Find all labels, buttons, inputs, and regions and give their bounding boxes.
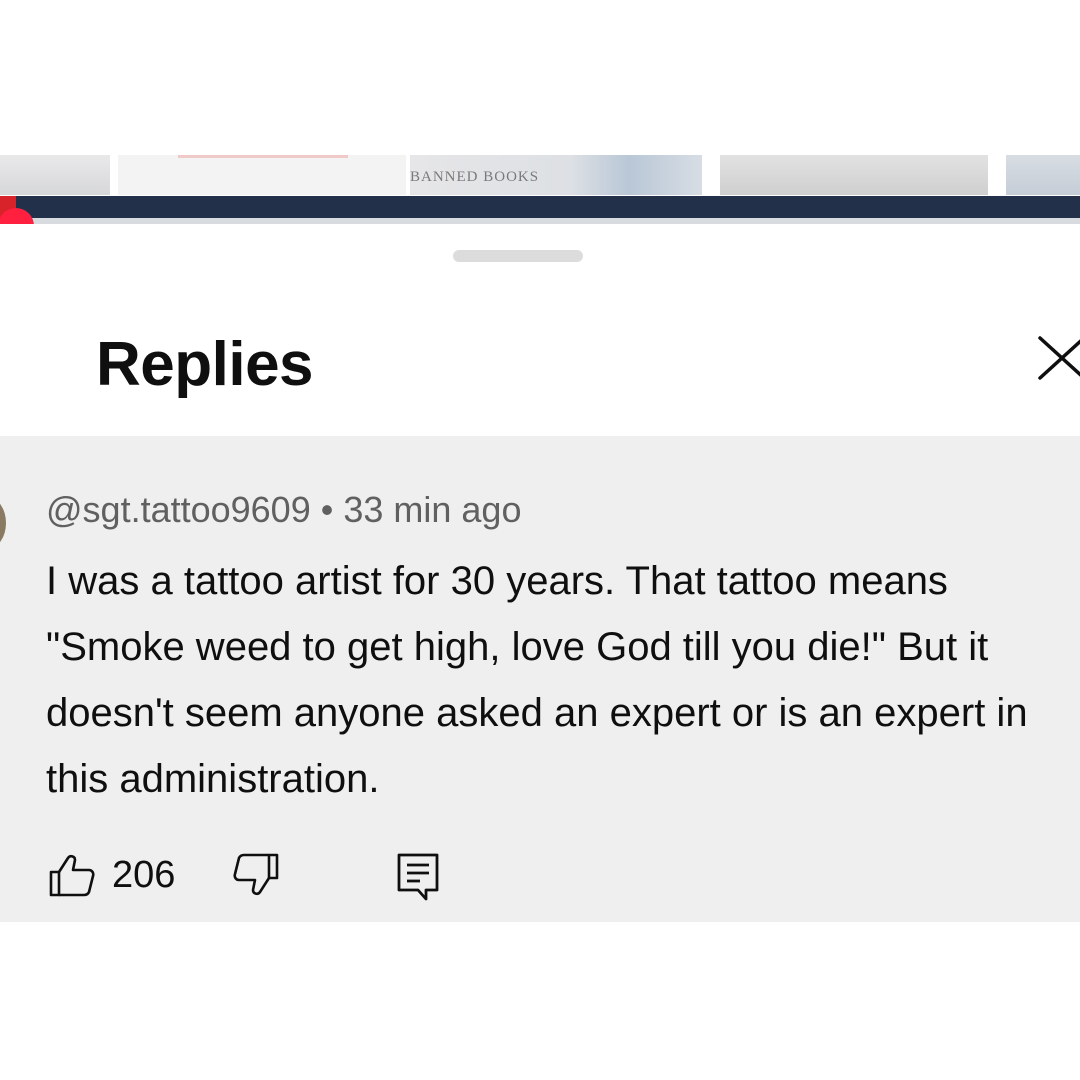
like-count: 206 bbox=[112, 854, 176, 896]
youtube-replies-screen: BANNED BOOKS Replies @sgt.tattoo9609 • 33 … bbox=[0, 0, 1080, 1080]
sheet-title: Replies bbox=[96, 330, 314, 399]
video-thumbnail bbox=[1006, 155, 1080, 195]
comment-author[interactable]: @sgt.tattoo9609 bbox=[46, 489, 311, 530]
comment-icon bbox=[397, 853, 439, 901]
thumbnail-accent bbox=[178, 155, 348, 158]
video-progress-bar[interactable] bbox=[0, 196, 1080, 218]
thumbnail-strip: BANNED BOOKS bbox=[0, 155, 1080, 195]
video-thumbnail: BANNED BOOKS bbox=[410, 155, 702, 195]
reply-button[interactable] bbox=[396, 852, 440, 907]
video-thumbnail bbox=[720, 155, 988, 195]
video-thumbnail bbox=[0, 155, 110, 195]
thumb-down-icon bbox=[233, 853, 279, 896]
comment-timestamp: 33 min ago bbox=[343, 489, 522, 530]
close-button[interactable] bbox=[1036, 334, 1080, 382]
thumb-up-icon bbox=[49, 854, 95, 897]
highlighted-reply: @sgt.tattoo9609 • 33 min ago I was a tatto… bbox=[0, 436, 1080, 922]
dislike-button[interactable] bbox=[232, 852, 280, 901]
replies-sheet: Replies @sgt.tattoo9609 • 33 min ago I was… bbox=[0, 224, 1080, 1080]
close-icon bbox=[1038, 336, 1080, 380]
video-player-area[interactable]: BANNED BOOKS bbox=[0, 0, 1080, 195]
video-thumbnail bbox=[118, 155, 406, 195]
like-button[interactable] bbox=[48, 854, 96, 903]
meta-separator: • bbox=[320, 489, 334, 530]
comment-header: @sgt.tattoo9609 • 33 min ago bbox=[46, 490, 521, 530]
sheet-drag-handle[interactable] bbox=[453, 250, 583, 262]
thumbnail-text: BANNED BOOKS bbox=[410, 169, 540, 185]
comment-body: I was a tattoo artist for 30 years. That… bbox=[46, 559, 1028, 801]
avatar[interactable] bbox=[0, 498, 6, 548]
